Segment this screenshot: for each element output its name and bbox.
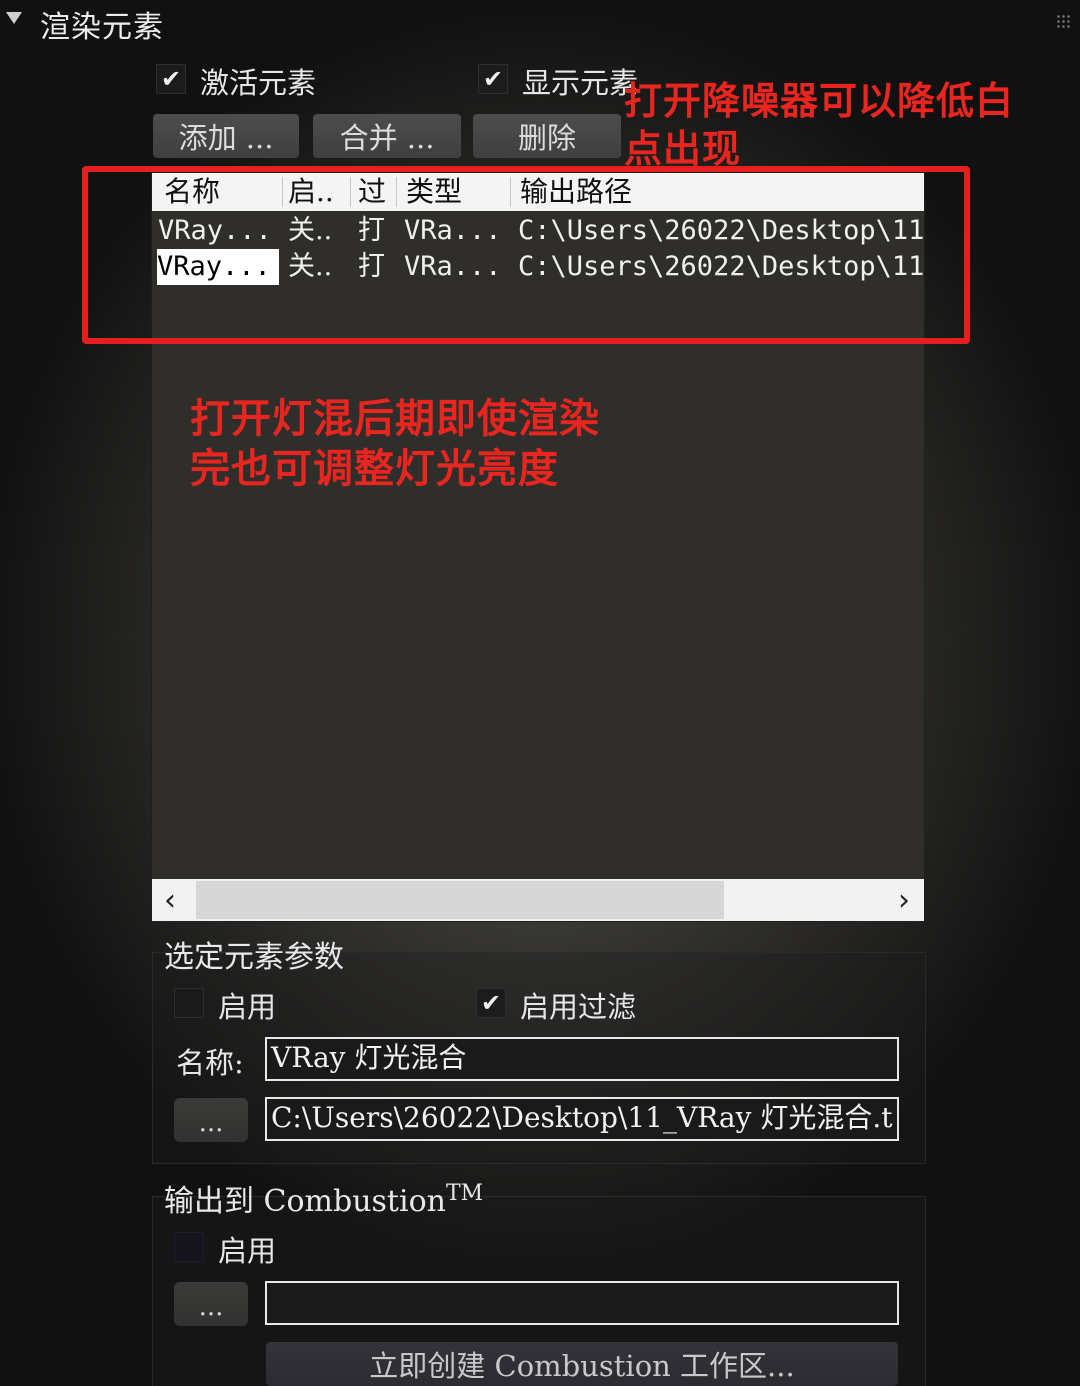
scroll-right-arrow-icon[interactable]: › <box>898 883 910 918</box>
create-combustion-workspace-button[interactable]: 立即创建 Combustion 工作区... <box>266 1342 898 1386</box>
annotation-lightmix-line2: 完也可调整灯光亮度 <box>190 446 559 492</box>
rollout-collapse-icon[interactable] <box>6 12 22 24</box>
combustion-path-field[interactable] <box>265 1281 899 1325</box>
element-name-field[interactable]: VRay 灯光混合 <box>265 1037 899 1081</box>
activate-elements-label: 激活元素 <box>200 66 317 100</box>
element-enable-label: 启用 <box>218 990 277 1024</box>
checkmark-icon: ✔ <box>160 65 182 93</box>
activate-elements-checkbox[interactable]: ✔ <box>156 64 186 94</box>
selected-element-params-title: 选定元素参数 <box>164 940 344 975</box>
annotation-denoiser-line1: 打开降噪器可以降低白 <box>624 79 1015 123</box>
checkmark-icon: ✔ <box>480 989 502 1017</box>
enable-filter-label: 启用过滤 <box>520 990 637 1024</box>
element-output-path-field[interactable]: C:\Users\26022\Desktop\11_VRay 灯光混合.t <box>265 1097 899 1141</box>
combustion-enable-checkbox[interactable] <box>174 1232 204 1262</box>
horizontal-scrollbar[interactable]: ‹ › <box>152 879 924 921</box>
annotation-denoiser-line2: 点出现 <box>624 127 742 171</box>
delete-button[interactable]: 删除 <box>473 114 621 158</box>
enable-filter-checkbox[interactable]: ✔ <box>476 988 506 1018</box>
combustion-output-title: 输出到 CombustionTM <box>164 1176 493 1220</box>
scroll-left-arrow-icon[interactable]: ‹ <box>164 883 176 918</box>
checkmark-icon: ✔ <box>482 65 504 93</box>
annotation-highlight-box <box>82 166 970 344</box>
display-elements-checkbox[interactable]: ✔ <box>478 64 508 94</box>
rollout-title[interactable]: 渲染元素 <box>40 2 164 46</box>
display-elements-label: 显示元素 <box>522 66 639 100</box>
grip-icon[interactable] <box>1056 14 1070 28</box>
combustion-enable-label: 启用 <box>218 1234 277 1268</box>
combustion-title-text: 输出到 Combustion <box>164 1184 446 1219</box>
scrollbar-thumb[interactable] <box>196 881 724 919</box>
combustion-browse-button[interactable]: ... <box>174 1282 248 1326</box>
browse-output-button[interactable]: ... <box>174 1098 248 1142</box>
element-name-label: 名称: <box>176 1046 244 1080</box>
trademark-mark: TM <box>445 1181 484 1206</box>
merge-button[interactable]: 合并 ... <box>313 114 461 158</box>
add-button[interactable]: 添加 ... <box>153 114 299 158</box>
element-enable-checkbox[interactable] <box>174 988 204 1018</box>
